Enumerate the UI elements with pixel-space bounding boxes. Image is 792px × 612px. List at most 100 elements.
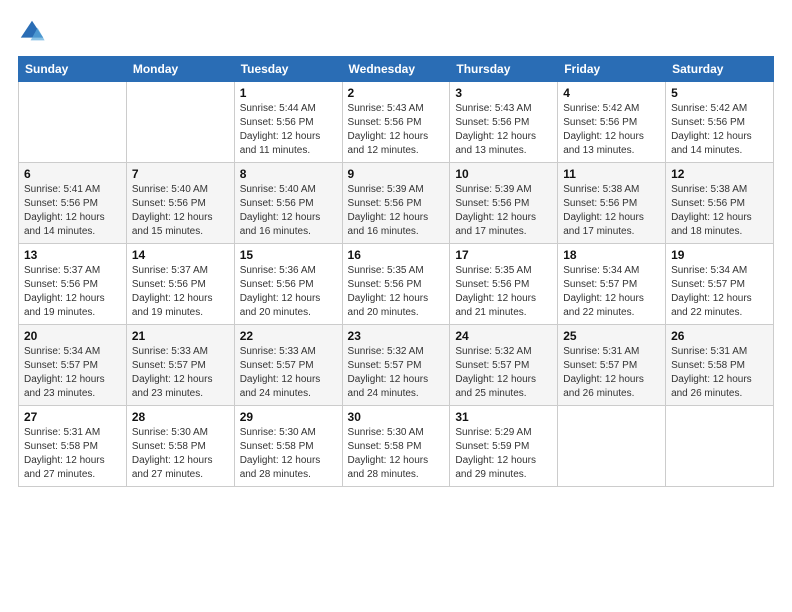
day-info: Sunrise: 5:37 AMSunset: 5:56 PMDaylight:…	[24, 264, 121, 320]
calendar-cell: 27 Sunrise: 5:31 AMSunset: 5:58 PMDayligh…	[19, 406, 127, 487]
day-info: Sunrise: 5:39 AMSunset: 5:56 PMDaylight:…	[455, 183, 552, 239]
day-info: Sunrise: 5:38 AMSunset: 5:56 PMDaylight:…	[671, 183, 768, 239]
day-number: 26	[671, 329, 768, 343]
day-number: 23	[348, 329, 445, 343]
calendar-cell: 26 Sunrise: 5:31 AMSunset: 5:58 PMDayligh…	[666, 325, 774, 406]
col-header-sunday: Sunday	[19, 57, 127, 82]
calendar-cell: 19 Sunrise: 5:34 AMSunset: 5:57 PMDayligh…	[666, 244, 774, 325]
calendar-cell: 22Sunrise: 5:33 AMSunset: 5:57 PMDayligh…	[234, 325, 342, 406]
day-info: Sunrise: 5:34 AMSunset: 5:57 PMDaylight:…	[24, 345, 121, 401]
day-info: Sunrise: 5:36 AMSunset: 5:56 PMDaylight:…	[240, 264, 337, 320]
day-number: 15	[240, 248, 337, 262]
calendar-week-4: 27 Sunrise: 5:31 AMSunset: 5:58 PMDayligh…	[19, 406, 774, 487]
calendar-cell: 6Sunrise: 5:41 AMSunset: 5:56 PMDaylight…	[19, 163, 127, 244]
day-info: Sunrise: 5:33 AMSunset: 5:57 PMDaylight:…	[132, 345, 229, 401]
day-number: 21	[132, 329, 229, 343]
calendar-cell: 25 Sunrise: 5:31 AMSunset: 5:57 PMDayligh…	[558, 325, 666, 406]
day-info: Sunrise: 5:44 AMSunset: 5:56 PMDaylight:…	[240, 102, 337, 158]
header	[18, 18, 774, 46]
day-number: 19	[671, 248, 768, 262]
day-number: 22	[240, 329, 337, 343]
calendar-header-row: SundayMondayTuesdayWednesdayThursdayFrid…	[19, 57, 774, 82]
day-number: 9	[348, 167, 445, 181]
day-number: 28	[132, 410, 229, 424]
calendar-cell: 21 Sunrise: 5:33 AMSunset: 5:57 PMDayligh…	[126, 325, 234, 406]
calendar-cell: 16 Sunrise: 5:35 AMSunset: 5:56 PMDayligh…	[342, 244, 450, 325]
day-number: 27	[24, 410, 121, 424]
calendar-table: SundayMondayTuesdayWednesdayThursdayFrid…	[18, 56, 774, 487]
day-number: 5	[671, 86, 768, 100]
calendar-cell: 9 Sunrise: 5:39 AMSunset: 5:56 PMDaylight…	[342, 163, 450, 244]
calendar-week-1: 6Sunrise: 5:41 AMSunset: 5:56 PMDaylight…	[19, 163, 774, 244]
day-info: Sunrise: 5:43 AMSunset: 5:56 PMDaylight:…	[348, 102, 445, 158]
calendar-cell: 7Sunrise: 5:40 AMSunset: 5:56 PMDaylight…	[126, 163, 234, 244]
day-number: 25	[563, 329, 660, 343]
day-number: 14	[132, 248, 229, 262]
calendar-cell: 11 Sunrise: 5:38 AMSunset: 5:56 PMDayligh…	[558, 163, 666, 244]
calendar-cell: 10 Sunrise: 5:39 AMSunset: 5:56 PMDayligh…	[450, 163, 558, 244]
calendar-cell: 5 Sunrise: 5:42 AMSunset: 5:56 PMDaylight…	[666, 82, 774, 163]
col-header-tuesday: Tuesday	[234, 57, 342, 82]
calendar-cell: 20 Sunrise: 5:34 AMSunset: 5:57 PMDayligh…	[19, 325, 127, 406]
day-info: Sunrise: 5:31 AMSunset: 5:58 PMDaylight:…	[24, 426, 121, 482]
col-header-wednesday: Wednesday	[342, 57, 450, 82]
day-info: Sunrise: 5:40 AMSunset: 5:56 PMDaylight:…	[240, 183, 337, 239]
day-number: 10	[455, 167, 552, 181]
day-number: 3	[455, 86, 552, 100]
col-header-saturday: Saturday	[666, 57, 774, 82]
day-number: 20	[24, 329, 121, 343]
day-number: 31	[455, 410, 552, 424]
day-info: Sunrise: 5:38 AMSunset: 5:56 PMDaylight:…	[563, 183, 660, 239]
calendar-cell: 23 Sunrise: 5:32 AMSunset: 5:57 PMDayligh…	[342, 325, 450, 406]
day-number: 16	[348, 248, 445, 262]
logo-icon	[18, 18, 46, 46]
calendar-cell: 4Sunrise: 5:42 AMSunset: 5:56 PMDaylight…	[558, 82, 666, 163]
day-number: 29	[240, 410, 337, 424]
calendar-week-3: 20 Sunrise: 5:34 AMSunset: 5:57 PMDayligh…	[19, 325, 774, 406]
calendar-week-2: 13 Sunrise: 5:37 AMSunset: 5:56 PMDayligh…	[19, 244, 774, 325]
calendar-cell: 2 Sunrise: 5:43 AMSunset: 5:56 PMDaylight…	[342, 82, 450, 163]
day-number: 2	[348, 86, 445, 100]
calendar-cell	[19, 82, 127, 163]
calendar-cell: 31 Sunrise: 5:29 AMSunset: 5:59 PMDayligh…	[450, 406, 558, 487]
day-info: Sunrise: 5:34 AMSunset: 5:57 PMDaylight:…	[563, 264, 660, 320]
calendar-cell: 8 Sunrise: 5:40 AMSunset: 5:56 PMDaylight…	[234, 163, 342, 244]
day-info: Sunrise: 5:41 AMSunset: 5:56 PMDaylight:…	[24, 183, 121, 239]
calendar-cell: 24Sunrise: 5:32 AMSunset: 5:57 PMDayligh…	[450, 325, 558, 406]
day-info: Sunrise: 5:31 AMSunset: 5:58 PMDaylight:…	[671, 345, 768, 401]
day-number: 1	[240, 86, 337, 100]
day-number: 24	[455, 329, 552, 343]
page: SundayMondayTuesdayWednesdayThursdayFrid…	[0, 0, 792, 612]
day-info: Sunrise: 5:43 AMSunset: 5:56 PMDaylight:…	[455, 102, 552, 158]
col-header-monday: Monday	[126, 57, 234, 82]
day-info: Sunrise: 5:31 AMSunset: 5:57 PMDaylight:…	[563, 345, 660, 401]
calendar-cell	[666, 406, 774, 487]
calendar-cell: 14 Sunrise: 5:37 AMSunset: 5:56 PMDayligh…	[126, 244, 234, 325]
day-info: Sunrise: 5:39 AMSunset: 5:56 PMDaylight:…	[348, 183, 445, 239]
calendar-cell: 15 Sunrise: 5:36 AMSunset: 5:56 PMDayligh…	[234, 244, 342, 325]
day-info: Sunrise: 5:35 AMSunset: 5:56 PMDaylight:…	[348, 264, 445, 320]
calendar-cell: 13 Sunrise: 5:37 AMSunset: 5:56 PMDayligh…	[19, 244, 127, 325]
logo	[18, 18, 50, 46]
day-info: Sunrise: 5:34 AMSunset: 5:57 PMDaylight:…	[671, 264, 768, 320]
calendar-cell	[126, 82, 234, 163]
day-number: 8	[240, 167, 337, 181]
calendar-cell	[558, 406, 666, 487]
day-number: 13	[24, 248, 121, 262]
calendar-cell: 29Sunrise: 5:30 AMSunset: 5:58 PMDayligh…	[234, 406, 342, 487]
day-number: 17	[455, 248, 552, 262]
calendar-cell: 3 Sunrise: 5:43 AMSunset: 5:56 PMDaylight…	[450, 82, 558, 163]
day-number: 18	[563, 248, 660, 262]
calendar-week-0: 1 Sunrise: 5:44 AMSunset: 5:56 PMDaylight…	[19, 82, 774, 163]
day-info: Sunrise: 5:32 AMSunset: 5:57 PMDaylight:…	[348, 345, 445, 401]
day-info: Sunrise: 5:37 AMSunset: 5:56 PMDaylight:…	[132, 264, 229, 320]
day-info: Sunrise: 5:35 AMSunset: 5:56 PMDaylight:…	[455, 264, 552, 320]
day-info: Sunrise: 5:42 AMSunset: 5:56 PMDaylight:…	[671, 102, 768, 158]
calendar-cell: 17 Sunrise: 5:35 AMSunset: 5:56 PMDayligh…	[450, 244, 558, 325]
day-info: Sunrise: 5:30 AMSunset: 5:58 PMDaylight:…	[348, 426, 445, 482]
day-number: 12	[671, 167, 768, 181]
day-info: Sunrise: 5:30 AMSunset: 5:58 PMDaylight:…	[132, 426, 229, 482]
calendar-cell: 28 Sunrise: 5:30 AMSunset: 5:58 PMDayligh…	[126, 406, 234, 487]
day-info: Sunrise: 5:29 AMSunset: 5:59 PMDaylight:…	[455, 426, 552, 482]
day-number: 11	[563, 167, 660, 181]
